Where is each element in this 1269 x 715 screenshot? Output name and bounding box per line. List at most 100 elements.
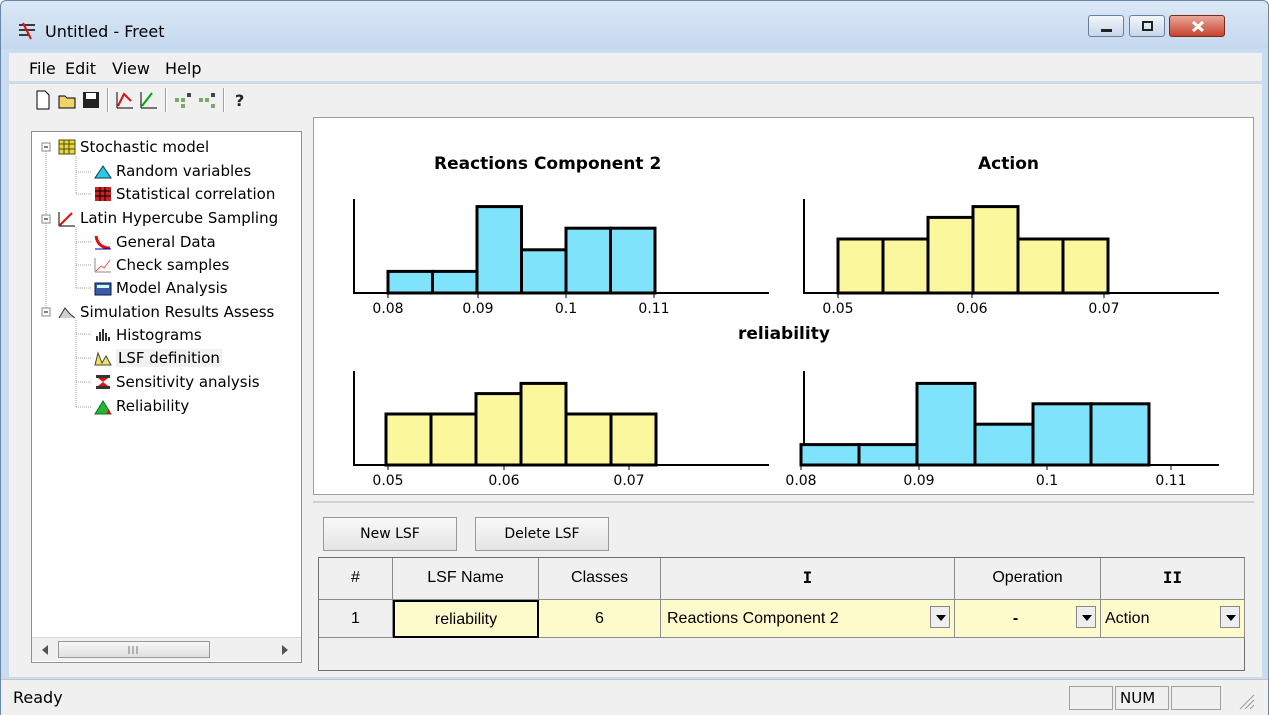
maximize-button[interactable]: [1129, 15, 1165, 37]
operation-dropdown-button[interactable]: [1076, 606, 1096, 628]
lhs-icon-2[interactable]: [139, 89, 159, 111]
lhs-icon: [58, 212, 75, 227]
close-button[interactable]: [1169, 15, 1225, 37]
column-header-classes: Classes: [539, 558, 661, 600]
calculator-icon: [94, 282, 112, 296]
histogram-bar: [609, 412, 658, 467]
check-icon: [94, 258, 111, 273]
resize-grip-icon[interactable]: [1237, 692, 1255, 710]
histogram-bar: [973, 422, 1035, 467]
operation-dropdown-cell[interactable]: -: [955, 600, 1101, 638]
classes-cell[interactable]: 6: [539, 600, 661, 638]
grid-icon-2[interactable]: [197, 89, 217, 111]
menu-file[interactable]: File: [29, 59, 56, 78]
sensitivity-icon: [96, 375, 110, 389]
tree-item-lsf-definition[interactable]: LSF definition: [116, 349, 222, 367]
row-number: 1: [319, 600, 393, 638]
scroll-grip-icon: [128, 646, 138, 654]
histogram-bar: [475, 205, 523, 295]
lsf-name-cell[interactable]: reliability: [393, 600, 539, 638]
histogram-charts: 0.08 0.09 0.1 0.11 0.05 0.06 0.07 0.05 0.06 0.07 0…: [353, 199, 1219, 489]
title-bar[interactable]: Untitled - Freet: [1, 1, 1268, 49]
column-header-i: I: [661, 558, 955, 600]
histogram-bar: [384, 412, 433, 467]
tree-item-random-variables[interactable]: Random variables: [116, 162, 251, 180]
lsf-icon: [94, 351, 112, 366]
ii-selected-value: Action: [1105, 610, 1150, 627]
new-icon[interactable]: [33, 89, 53, 111]
tree-item-model-analysis[interactable]: Model Analysis: [116, 279, 228, 297]
delete-lsf-button[interactable]: Delete LSF: [475, 517, 609, 551]
lhs-icon-1[interactable]: [115, 89, 135, 111]
tree-item-statistical-correlation[interactable]: Statistical correlation: [116, 185, 275, 203]
histogram-bar: [881, 237, 930, 295]
i-selected-value: Reactions Component 2: [667, 610, 839, 627]
tree-item-histograms[interactable]: Histograms: [116, 326, 202, 344]
grid-icon-1[interactable]: [173, 89, 193, 111]
tree-item-sensitivity-analysis[interactable]: Sensitivity analysis: [116, 373, 260, 391]
axis-tick-label: 0.07: [613, 473, 644, 489]
dropdown-arrow-icon: [1082, 615, 1092, 621]
toolbar-separator: [223, 88, 225, 112]
axis-tick-label: 0.08: [372, 301, 403, 317]
histogram-bar: [474, 392, 523, 467]
histogram-bar: [564, 226, 612, 295]
histogram-bar: [386, 269, 434, 295]
menu-view[interactable]: View: [112, 59, 150, 78]
column-header-lsf-name: LSF Name: [393, 558, 539, 600]
axis-tick-label: 0.09: [462, 301, 493, 317]
axis-tick-label: 0.1: [555, 301, 577, 317]
histogram-bar: [915, 381, 977, 467]
i-dropdown-cell[interactable]: Reactions Component 2: [661, 600, 955, 638]
save-icon[interactable]: [81, 89, 101, 111]
scroll-right-icon[interactable]: [280, 644, 290, 656]
histogram-bar: [564, 412, 613, 467]
tree-item-reliability[interactable]: Reliability: [116, 397, 189, 415]
histogram-bar: [1031, 402, 1093, 467]
histogram-bar: [609, 226, 657, 295]
tree-item-stochastic-model[interactable]: Stochastic model: [80, 138, 209, 156]
histogram-bar: [799, 443, 861, 467]
histogram-bar: [971, 205, 1020, 295]
ii-dropdown-button[interactable]: [1220, 606, 1240, 628]
minimize-button[interactable]: [1088, 15, 1124, 37]
column-header-number: #: [319, 558, 393, 600]
tree-view[interactable]: Stochastic model Random variables Statis…: [31, 131, 302, 663]
app-window: Untitled - Freet File Edit View Help ? S…: [0, 0, 1269, 715]
ii-dropdown-cell[interactable]: Action: [1101, 600, 1245, 638]
grid-icon: [58, 139, 76, 155]
help-icon[interactable]: ?: [231, 89, 251, 111]
status-pane-empty: [1069, 686, 1113, 710]
axis-tick-label: 0.07: [1088, 301, 1119, 317]
new-lsf-button[interactable]: New LSF: [323, 517, 457, 551]
menu-edit[interactable]: Edit: [65, 59, 96, 78]
tree-item-latin-hypercube-sampling[interactable]: Latin Hypercube Sampling: [80, 209, 278, 227]
status-text: Ready: [13, 688, 63, 707]
scroll-thumb[interactable]: [58, 641, 210, 658]
correlation-icon: [95, 187, 111, 201]
tree-item-check-samples[interactable]: Check samples: [116, 256, 229, 274]
scroll-left-icon[interactable]: [40, 644, 50, 656]
tree-horizontal-scrollbar[interactable]: [32, 637, 301, 661]
reliability-icon: [94, 400, 112, 415]
results-icon: [58, 307, 76, 319]
lsf-table: # LSF Name Classes I Operation II 1 reli…: [318, 557, 1245, 671]
tree-item-simulation-results[interactable]: Simulation Results Assess: [80, 303, 274, 321]
histogram-bar: [431, 269, 479, 295]
histogram-icon: [96, 329, 110, 341]
maximize-icon: [1142, 21, 1153, 31]
close-icon: [1191, 20, 1205, 33]
axis-tick-label: 0.05: [822, 301, 853, 317]
menu-bar: File Edit View Help: [9, 53, 1262, 81]
dropdown-arrow-icon: [1226, 615, 1236, 621]
i-dropdown-button[interactable]: [930, 606, 950, 628]
menu-help[interactable]: Help: [165, 59, 201, 78]
svg-text:?: ?: [235, 91, 244, 110]
histogram-panel: Reactions Component 2 Action reliability…: [313, 117, 1254, 495]
histogram-bar: [857, 443, 919, 467]
toolbar-separator: [165, 88, 167, 112]
open-icon[interactable]: [57, 89, 77, 111]
histogram-bar: [519, 381, 568, 467]
tree-item-general-data[interactable]: General Data: [116, 233, 216, 251]
dropdown-arrow-icon: [936, 615, 946, 621]
